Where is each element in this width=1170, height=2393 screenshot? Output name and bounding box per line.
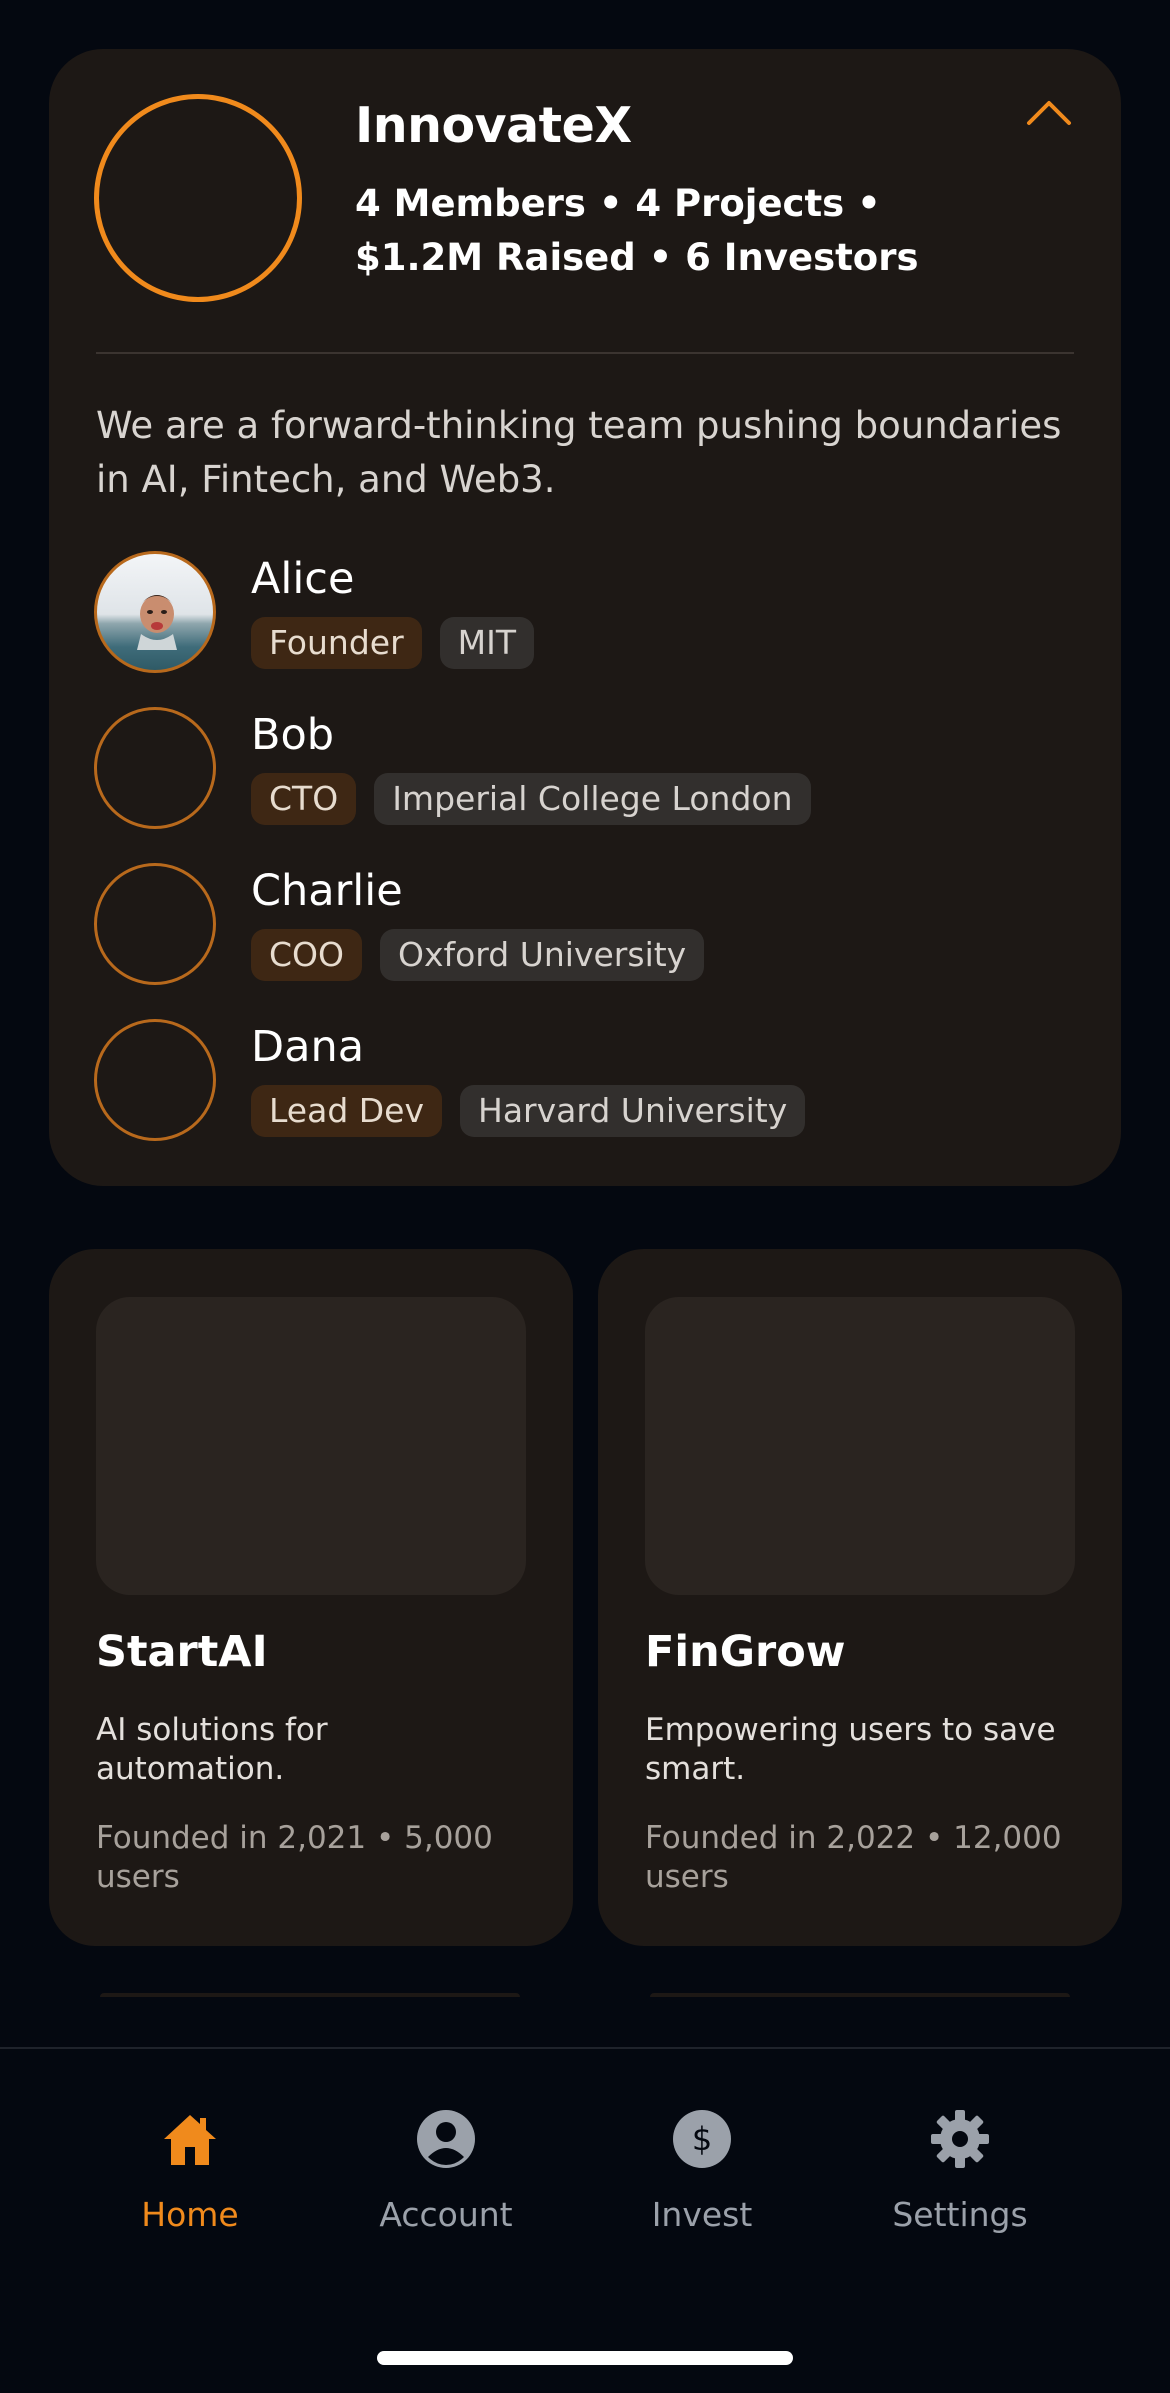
- member-name: Charlie: [251, 866, 403, 916]
- nav-home-label: Home: [141, 2195, 239, 2234]
- member-row[interactable]: Charlie COO Oxford University: [94, 863, 1074, 987]
- project-image: [96, 1297, 526, 1595]
- team-description: We are a forward-thinking team pushing b…: [96, 404, 1062, 501]
- role-tag: CTO: [251, 773, 357, 825]
- role-tag: COO: [251, 929, 362, 981]
- bottom-nav: Home Account $ Invest Settings: [0, 2047, 1170, 2393]
- team-stats-line-1: 4 Members • 4 Projects •: [355, 182, 881, 225]
- nav-account[interactable]: Account: [336, 2109, 556, 2239]
- collapse-button[interactable]: [1017, 89, 1081, 137]
- member-tags: Lead Dev Harvard University: [251, 1085, 806, 1137]
- avatar: [94, 551, 216, 673]
- project-description: Empowering users to save smart.: [645, 1712, 1056, 1787]
- avatar: [94, 707, 216, 829]
- project-meta: Founded in 2,022 • 12,000 users: [645, 1820, 1062, 1895]
- team-card: InnovateX 4 Members • 4 Projects • $1.2M…: [49, 49, 1121, 1186]
- nav-invest[interactable]: $ Invest: [592, 2109, 812, 2239]
- dollar-icon: $: [673, 2110, 731, 2168]
- member-name: Dana: [251, 1022, 365, 1072]
- nav-invest-label: Invest: [651, 2195, 753, 2234]
- svg-text:$: $: [692, 2120, 712, 2158]
- role-tag: Founder: [251, 617, 422, 669]
- project-description: AI solutions for automation.: [96, 1712, 328, 1787]
- school-tag: MIT: [439, 617, 535, 669]
- nav-settings-label: Settings: [892, 2195, 1028, 2234]
- member-row[interactable]: Bob CTO Imperial College London: [94, 707, 1074, 831]
- nav-home[interactable]: Home: [80, 2109, 300, 2239]
- next-project-card-peek: [650, 1993, 1070, 1997]
- divider: [96, 352, 1074, 354]
- member-name: Bob: [251, 710, 335, 760]
- team-name: InnovateX: [355, 97, 632, 154]
- home-icon: [164, 2115, 216, 2165]
- school-tag: Harvard University: [460, 1085, 806, 1137]
- project-card-startai[interactable]: StartAI AI solutions for automation. Fou…: [49, 1249, 573, 1946]
- project-meta: Founded in 2,021 • 5,000 users: [96, 1820, 493, 1895]
- member-tags: CTO Imperial College London: [251, 773, 811, 825]
- team-stats: 4 Members • 4 Projects • $1.2M Raised • …: [355, 177, 955, 285]
- project-card-fingrow[interactable]: FinGrow Empowering users to save smart. …: [598, 1249, 1122, 1946]
- gear-icon: [931, 2110, 989, 2168]
- nav-settings[interactable]: Settings: [850, 2109, 1070, 2239]
- account-icon: [417, 2110, 475, 2168]
- school-tag: Imperial College London: [374, 773, 811, 825]
- team-stats-line-2: $1.2M Raised • 6 Investors: [355, 236, 919, 279]
- member-name: Alice: [251, 554, 355, 604]
- role-tag: Lead Dev: [251, 1085, 443, 1137]
- project-image: [645, 1297, 1075, 1595]
- school-tag: Oxford University: [380, 929, 705, 981]
- avatar: [94, 863, 216, 985]
- next-project-card-peek: [100, 1993, 520, 1997]
- team-logo: [94, 94, 302, 302]
- project-title: StartAI: [96, 1627, 268, 1677]
- member-tags: COO Oxford University: [251, 929, 705, 981]
- chevron-up-icon: [1027, 101, 1071, 125]
- avatar-photo-icon: [137, 595, 177, 650]
- avatar: [94, 1019, 216, 1141]
- member-row[interactable]: Dana Lead Dev Harvard University: [94, 1019, 1074, 1143]
- project-title: FinGrow: [645, 1627, 846, 1677]
- member-tags: Founder MIT: [251, 617, 535, 669]
- member-row[interactable]: Alice Founder MIT: [94, 551, 1074, 675]
- nav-account-label: Account: [379, 2195, 513, 2234]
- home-indicator: [377, 2351, 793, 2365]
